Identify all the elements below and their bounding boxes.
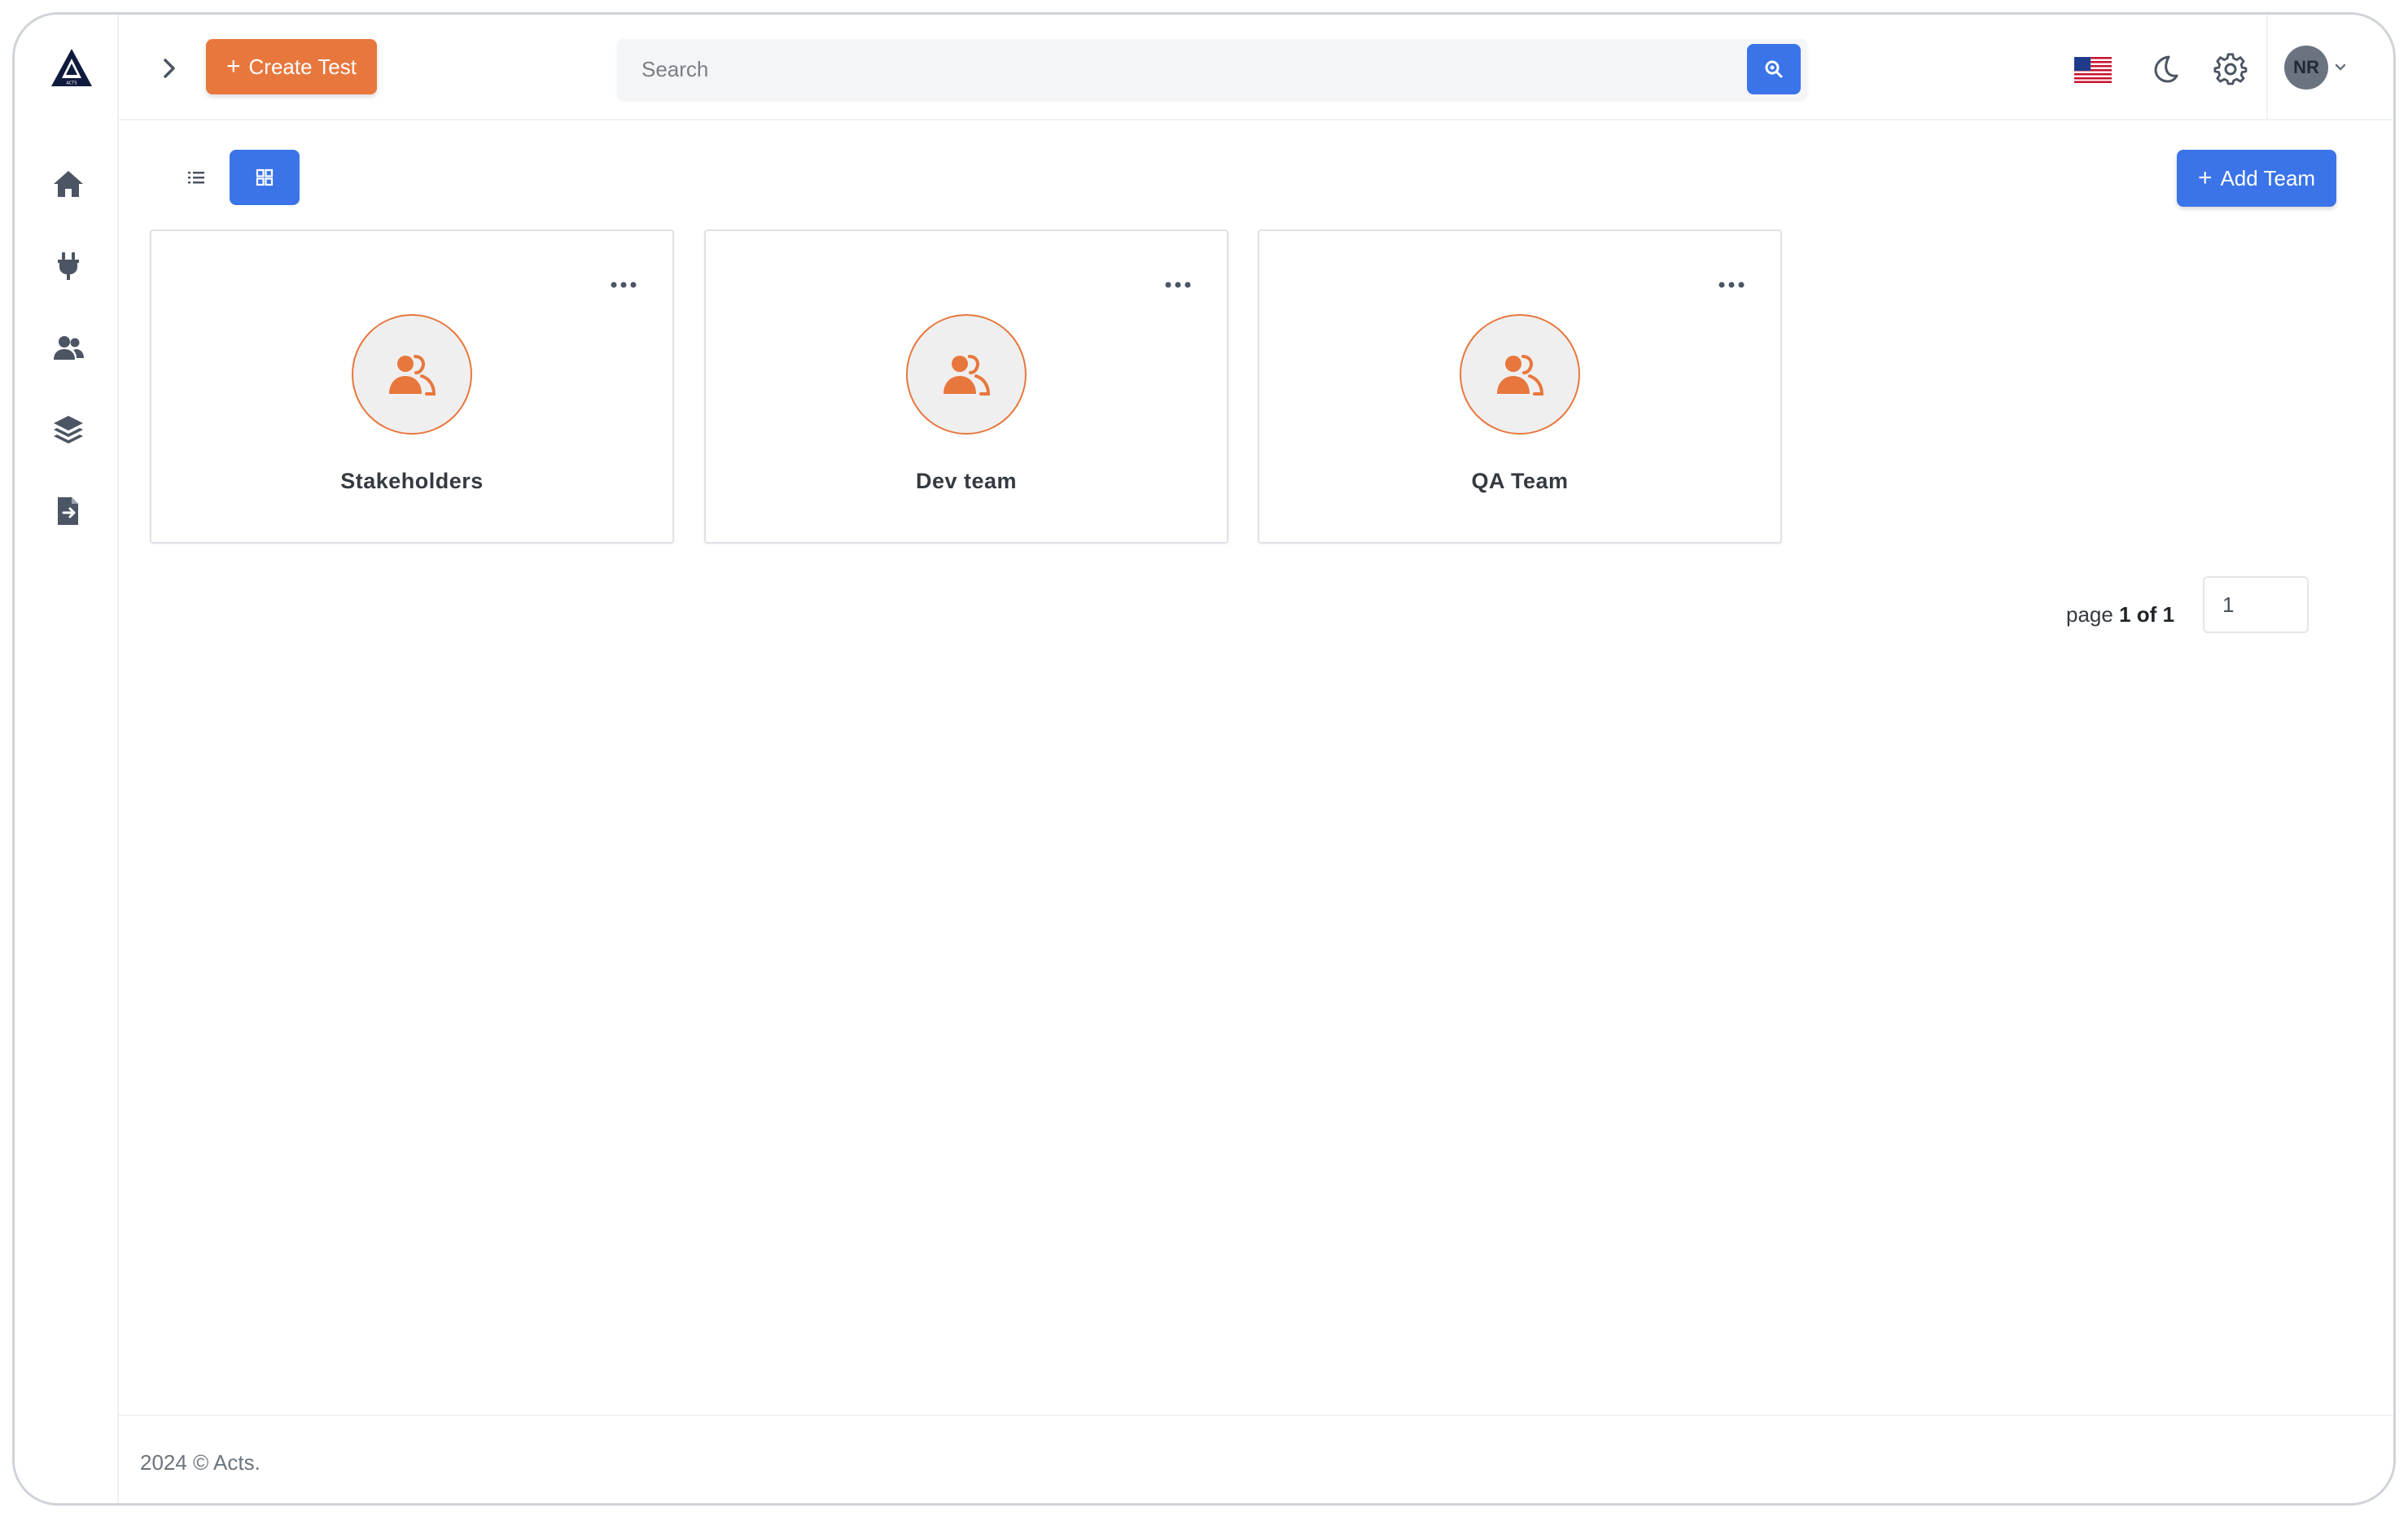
add-team-label: Add Team [2220, 165, 2316, 190]
search-button[interactable] [1747, 44, 1801, 94]
team-name: Dev team [915, 469, 1018, 493]
moon-icon[interactable] [2147, 52, 2182, 86]
svg-text:ACTS: ACTS [66, 81, 77, 86]
app-window: ACTS + Create Test Search NR + Add Team … [12, 12, 2396, 1506]
sidebar-item-integrations[interactable] [50, 247, 86, 283]
create-test-button[interactable]: + Create Test [206, 39, 377, 94]
list-icon [188, 172, 204, 184]
chevron-down-icon[interactable] [2333, 60, 2348, 75]
team-card[interactable]: Stakeholders [150, 230, 674, 544]
footer-copyright: 2024 © Acts. [140, 1450, 261, 1475]
sidebar-item-reports[interactable] [50, 493, 86, 529]
team-name: QA Team [1471, 469, 1569, 493]
pagination-total: 1 [2162, 602, 2175, 627]
us-flag-icon[interactable] [2074, 57, 2112, 83]
add-team-button[interactable]: + Add Team [2177, 150, 2336, 207]
file-export-icon [58, 497, 78, 525]
home-icon [54, 171, 83, 197]
team-name: Stakeholders [340, 469, 484, 493]
team-avatar [1460, 314, 1580, 435]
more-options-icon[interactable] [607, 277, 640, 293]
team-users-icon [943, 355, 991, 396]
plus-icon: + [225, 53, 241, 80]
team-users-icon [389, 355, 436, 396]
gear-icon[interactable] [2213, 52, 2248, 86]
list-view-button[interactable] [161, 150, 231, 205]
more-options-icon[interactable] [1162, 277, 1194, 293]
sidebar: ACTS [15, 15, 119, 1503]
search-input[interactable] [617, 39, 1740, 99]
grid-view-button[interactable] [230, 150, 300, 205]
team-avatar [352, 314, 472, 435]
pagination-current: 1 [2119, 602, 2131, 627]
plug-icon [58, 252, 79, 280]
search-bar [617, 39, 1807, 99]
pagination-label: page 1 of 1 [2066, 602, 2174, 627]
team-card[interactable]: QA Team [1258, 230, 1782, 544]
sidebar-item-projects[interactable] [50, 412, 86, 448]
plus-icon: + [2197, 164, 2213, 191]
users-icon [54, 336, 84, 360]
acts-logo[interactable]: ACTS [49, 46, 94, 91]
team-avatar [906, 314, 1027, 435]
page-number-input[interactable] [2203, 576, 2309, 633]
layers-icon [54, 416, 83, 444]
search-icon [1765, 60, 1783, 78]
footer: 2024 © Acts. [119, 1414, 2393, 1503]
team-card[interactable]: Dev team [704, 230, 1228, 544]
pagination-prefix: page [2066, 602, 2113, 627]
more-options-icon[interactable] [1715, 277, 1748, 293]
sidebar-toggle-chevron-icon[interactable] [155, 54, 184, 83]
create-test-label: Create Test [248, 54, 357, 79]
sidebar-item-home[interactable] [50, 166, 86, 202]
sidebar-item-teams[interactable] [50, 330, 86, 366]
grid-icon [256, 168, 274, 186]
top-header: + Create Test Search NR [119, 15, 2393, 120]
user-avatar[interactable]: NR [2284, 46, 2328, 90]
pagination-of: of [2136, 602, 2157, 627]
team-users-icon [1497, 355, 1544, 396]
header-divider [2266, 15, 2268, 120]
